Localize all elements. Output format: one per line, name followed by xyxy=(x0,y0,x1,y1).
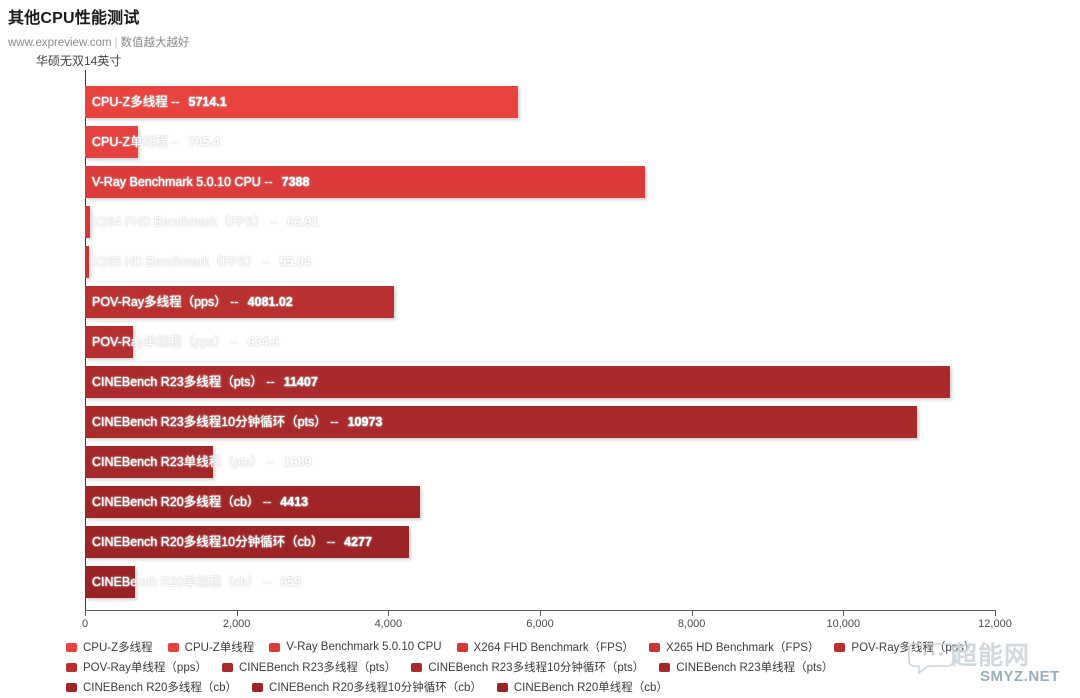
bar-label-dash: -- xyxy=(226,335,239,349)
legend-swatch-icon xyxy=(221,662,233,672)
subtitle-note: 数值越大越好 xyxy=(120,37,190,49)
x-tick-mark xyxy=(236,610,238,616)
chart-header: 其他CPU性能测试 www.expreview.com | 数值越大越好 xyxy=(8,4,190,50)
legend-item[interactable]: CPU-Z单线程 xyxy=(167,639,255,655)
x-tick-mark xyxy=(85,610,86,616)
bar-label-dash: -- xyxy=(262,455,275,469)
legend-item[interactable]: CPU-Z多线程 xyxy=(66,639,153,655)
legend-label: CPU-Z单线程 xyxy=(184,642,255,654)
legend-swatch-icon xyxy=(659,662,671,672)
bar[interactable] xyxy=(85,326,134,358)
bar[interactable] xyxy=(85,206,91,238)
legend-label: X264 FHD Benchmark（FPS） xyxy=(473,642,635,654)
legend-swatch-icon xyxy=(269,642,281,652)
legend-label: CPU-Z多线程 xyxy=(83,642,153,654)
x-tick-label: 8,000 xyxy=(677,618,706,630)
x-tick-mark xyxy=(540,610,541,616)
bar-category-label: X265 HD Benchmark（FPS） xyxy=(92,255,259,269)
legend-swatch-icon xyxy=(496,682,508,692)
legend-swatch-icon xyxy=(252,682,264,692)
subtitle-separator: | xyxy=(114,37,118,49)
legend-item[interactable]: CINEBench R20单线程（cb） xyxy=(496,679,668,695)
bar[interactable] xyxy=(85,366,951,398)
legend-swatch-icon xyxy=(456,642,468,652)
bar-label: X264 FHD Benchmark（FPS） -- 66.91 xyxy=(85,206,318,238)
bar-value-label: 1689 xyxy=(283,455,312,469)
legend-label: CINEBench R20单线程（cb） xyxy=(513,682,668,694)
bar[interactable] xyxy=(85,406,918,438)
bar-label-dash: -- xyxy=(259,575,272,589)
legend-label: POV-Ray单线程（pps） xyxy=(83,662,207,674)
legend-item[interactable]: POV-Ray单线程（pps） xyxy=(66,659,207,675)
series-label: 华硕无双14英寸 xyxy=(36,54,122,68)
legend-item[interactable]: CINEBench R20多线程（cb） xyxy=(66,679,237,695)
chart-page: 其他CPU性能测试 www.expreview.com | 数值越大越好 华硕无双1… xyxy=(0,0,1080,696)
x-tick-mark xyxy=(388,610,390,616)
bar-label-dash: -- xyxy=(266,215,279,229)
x-tick-mark xyxy=(843,610,845,616)
legend-label: CINEBench R23单线程（pts） xyxy=(676,662,834,674)
bar[interactable] xyxy=(85,526,410,558)
bar-value-label: 705.4 xyxy=(188,135,220,149)
bar[interactable] xyxy=(85,486,420,518)
bar[interactable] xyxy=(85,166,646,198)
bar[interactable] xyxy=(85,286,395,318)
bar-label-dash: -- xyxy=(258,255,271,269)
legend-swatch-icon xyxy=(167,642,179,652)
legend-item[interactable]: CINEBench R23多线程（pts） xyxy=(221,659,397,675)
bar[interactable] xyxy=(85,86,519,118)
legend-label: CINEBench R20多线程10分钟循环（cb） xyxy=(269,682,482,694)
bar[interactable] xyxy=(85,126,139,158)
watermark-net: SMYZ.NET xyxy=(980,668,1060,685)
bar-label-dash: -- xyxy=(167,135,180,149)
legend-swatch-icon xyxy=(649,642,661,652)
bar-value-label: 634.6 xyxy=(247,335,279,349)
legend-item[interactable]: X265 HD Benchmark（FPS） xyxy=(649,639,819,655)
x-tick-mark xyxy=(691,610,693,616)
x-tick-label: 6,000 xyxy=(526,618,554,630)
page-title: 其他CPU性能测试 xyxy=(8,10,140,27)
bar[interactable] xyxy=(85,446,214,478)
legend-label: CINEBench R23多线程10分钟循环（pts） xyxy=(428,662,645,674)
legend-swatch-icon xyxy=(66,642,77,652)
legend-swatch-icon xyxy=(66,682,77,692)
legend-label: CINEBench R20多线程（cb） xyxy=(83,682,238,694)
bar-value-label: 55.04 xyxy=(279,255,311,269)
legend-item[interactable]: X264 FHD Benchmark（FPS） xyxy=(456,639,635,655)
legend-item[interactable]: V-Ray Benchmark 5.0.10 CPU xyxy=(269,641,442,653)
bar-category-label: X264 FHD Benchmark（FPS） xyxy=(92,215,267,229)
watermark-cn: 超能网 xyxy=(952,642,1031,670)
legend-item[interactable]: CINEBench R20多线程10分钟循环（cb） xyxy=(252,679,482,695)
bar[interactable] xyxy=(85,566,135,598)
source-site: www.expreview.com xyxy=(8,37,112,49)
legend-swatch-icon xyxy=(66,662,77,672)
bar[interactable] xyxy=(85,246,90,278)
x-tick-label: 10,000 xyxy=(826,618,861,630)
bar-label: X265 HD Benchmark（FPS） -- 55.04 xyxy=(85,246,311,278)
bar-value-label: 659 xyxy=(280,575,302,589)
x-tick-label: 4,000 xyxy=(374,618,403,630)
legend-item[interactable]: CINEBench R23单线程（pts） xyxy=(659,659,833,675)
legend-swatch-icon xyxy=(834,642,846,652)
x-tick-label: 12,000 xyxy=(978,618,1012,630)
x-tick-label: 2,000 xyxy=(222,618,251,630)
chart-subtitle: www.expreview.com | 数值越大越好 xyxy=(8,34,190,50)
legend-item[interactable]: CINEBench R23多线程10分钟循环（pts） xyxy=(411,659,644,675)
legend-label: V-Ray Benchmark 5.0.10 CPU xyxy=(286,641,442,653)
watermark: 超能网 SMYZ.NET xyxy=(908,636,1078,694)
x-tick-mark xyxy=(995,610,996,616)
legend-label: X265 HD Benchmark（FPS） xyxy=(666,642,820,654)
legend-label: CINEBench R23多线程（pts） xyxy=(238,662,397,674)
legend-swatch-icon xyxy=(411,662,423,672)
x-tick-label: 0 xyxy=(81,618,89,630)
bar-value-label: 66.91 xyxy=(287,215,319,229)
